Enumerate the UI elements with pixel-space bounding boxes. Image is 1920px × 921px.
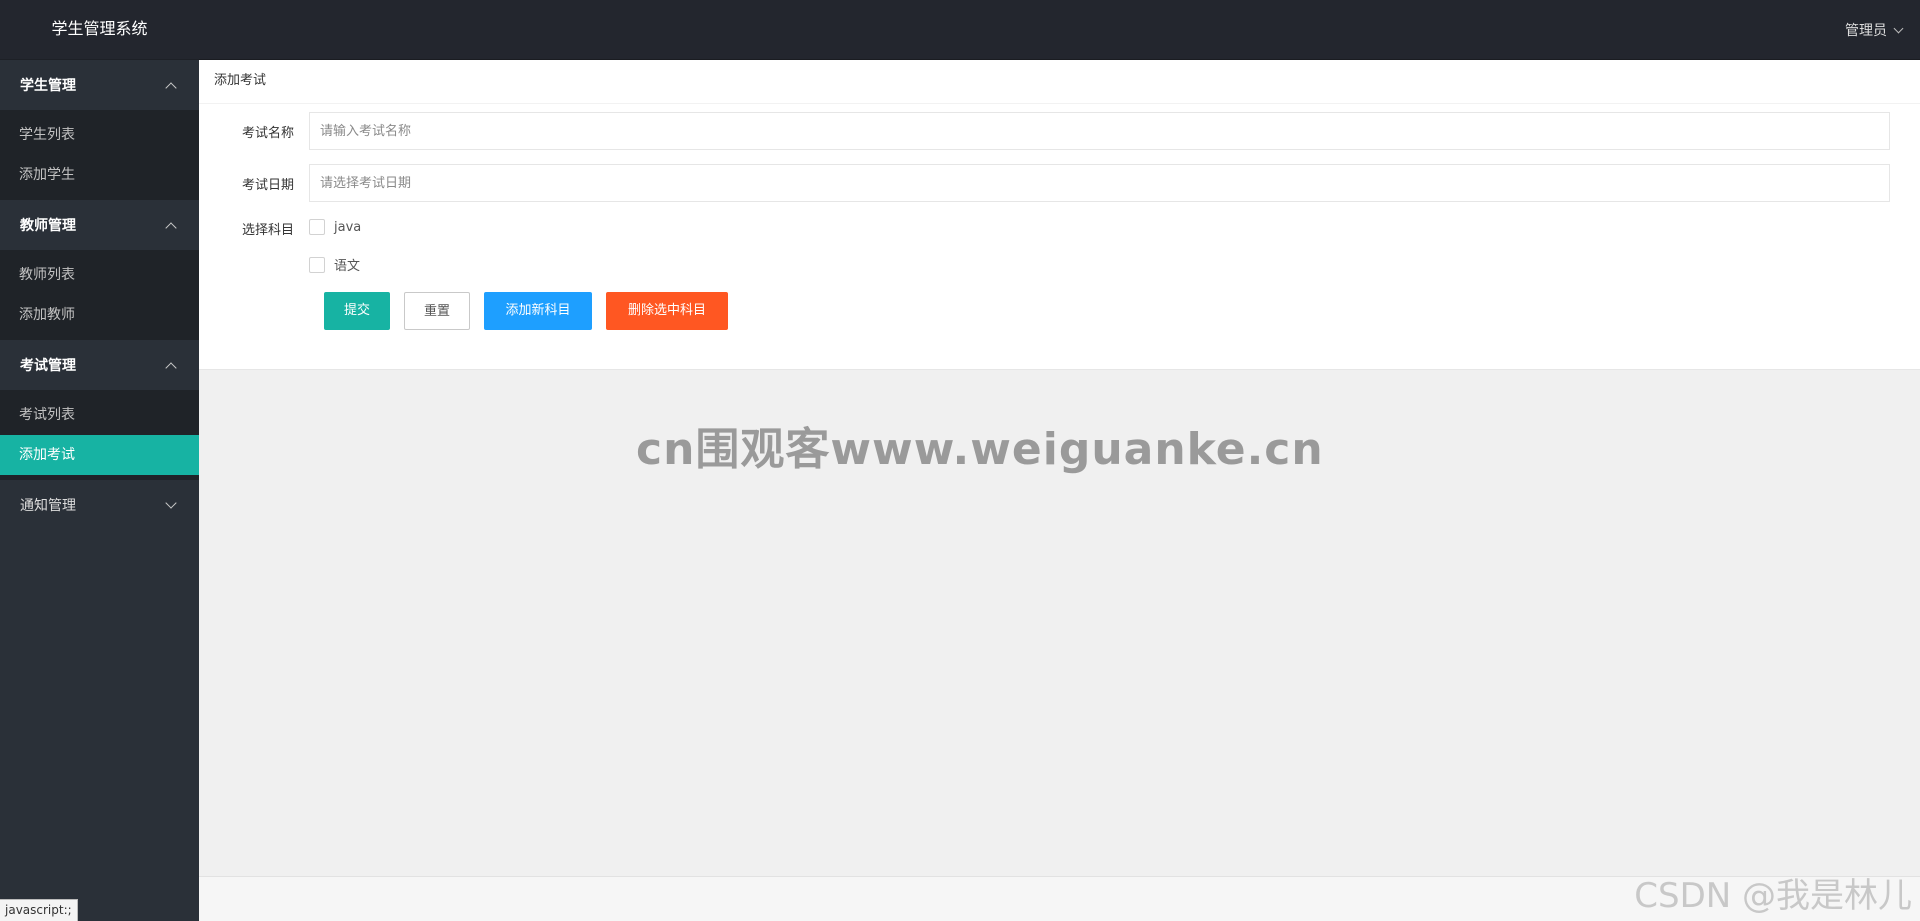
exam-date-label: 考试日期 bbox=[241, 177, 294, 193]
nav-group-teachers-header[interactable]: 教师管理 bbox=[0, 200, 199, 250]
csdn-watermark: CSDN @我是林儿 bbox=[1634, 876, 1912, 916]
sidebar-item-add-exam[interactable]: 添加考试 bbox=[0, 435, 199, 475]
checkbox-box[interactable] bbox=[309, 219, 325, 235]
subject-option-label: 语文 bbox=[334, 259, 361, 274]
chevron-up-icon bbox=[165, 221, 177, 234]
user-name: 管理员 bbox=[1845, 23, 1887, 39]
main-panel: 添加考试 考试名称 考试日期 选择科目 java 语文 提交 bbox=[199, 60, 1920, 370]
site-watermark: cn围观客www.weiguanke.cn bbox=[636, 424, 1324, 475]
checkbox-box[interactable] bbox=[309, 256, 325, 273]
form-row-subjects: 选择科目 java 语文 bbox=[199, 216, 1920, 274]
nav-group-exams: 考试管理 考试列表 添加考试 bbox=[0, 340, 199, 480]
add-exam-form: 考试名称 考试日期 选择科目 java 语文 提交 重置 添加新科目 bbox=[199, 104, 1920, 330]
nav-group-exams-header[interactable]: 考试管理 bbox=[0, 340, 199, 390]
subject-checkbox-java[interactable]: java bbox=[309, 219, 361, 235]
chevron-down-icon bbox=[1893, 23, 1904, 33]
form-row-exam-date: 考试日期 bbox=[199, 164, 1920, 202]
chevron-up-icon bbox=[165, 81, 177, 94]
form-buttons: 提交 重置 添加新科目 删除选中科目 bbox=[324, 292, 1920, 330]
nav-group-students: 学生管理 学生列表 添加学生 bbox=[0, 60, 199, 200]
sidebar-item-student-list[interactable]: 学生列表 bbox=[0, 115, 199, 155]
sidebar: 学生管理系统 学生管理 学生列表 添加学生 教师管理 教师列表 添加教师 考试管… bbox=[0, 0, 199, 921]
add-subject-button[interactable]: 添加新科目 bbox=[484, 292, 592, 330]
chevron-up-icon bbox=[165, 361, 177, 374]
sidebar-item-add-teacher[interactable]: 添加教师 bbox=[0, 295, 199, 335]
app-title: 学生管理系统 bbox=[0, 0, 199, 60]
form-row-exam-name: 考试名称 bbox=[199, 112, 1920, 150]
exam-name-label: 考试名称 bbox=[241, 125, 294, 141]
nav-group-students-header[interactable]: 学生管理 bbox=[0, 60, 199, 110]
top-header: 管理员 bbox=[199, 0, 1920, 60]
submit-button[interactable]: 提交 bbox=[324, 292, 390, 330]
sidebar-item-add-student[interactable]: 添加学生 bbox=[0, 155, 199, 195]
nav-group-children: 学生列表 添加学生 bbox=[0, 110, 199, 200]
sidebar-item-exam-list[interactable]: 考试列表 bbox=[0, 395, 199, 435]
subjects-label: 选择科目 bbox=[241, 223, 294, 238]
nav-group-teachers: 教师管理 教师列表 添加教师 bbox=[0, 200, 199, 340]
nav-group-notices: 通知管理 bbox=[0, 480, 199, 530]
nav-group-children: 考试列表 添加考试 bbox=[0, 390, 199, 480]
nav-group-children: 教师列表 添加教师 bbox=[0, 250, 199, 340]
subject-checkbox-chinese[interactable]: 语文 bbox=[309, 255, 361, 274]
user-menu[interactable]: 管理员 bbox=[1845, 0, 1904, 60]
subject-option-label: java bbox=[334, 219, 362, 235]
nav-group-label: 考试管理 bbox=[20, 358, 76, 374]
sidebar-item-teacher-list[interactable]: 教师列表 bbox=[0, 255, 199, 295]
nav-group-notices-header[interactable]: 通知管理 bbox=[0, 480, 199, 530]
nav-group-label: 教师管理 bbox=[20, 218, 76, 234]
chevron-down-icon bbox=[165, 496, 177, 509]
nav-group-label: 学生管理 bbox=[20, 78, 76, 94]
exam-date-input[interactable] bbox=[309, 164, 1890, 202]
browser-status-tip: javascript:; bbox=[0, 899, 78, 921]
subject-checkbox-list: java 语文 bbox=[309, 216, 361, 274]
breadcrumb: 添加考试 bbox=[199, 60, 1920, 104]
nav-group-label: 通知管理 bbox=[20, 498, 76, 514]
reset-button[interactable]: 重置 bbox=[404, 292, 470, 330]
delete-subject-button[interactable]: 删除选中科目 bbox=[606, 292, 728, 330]
exam-name-input[interactable] bbox=[309, 112, 1890, 150]
